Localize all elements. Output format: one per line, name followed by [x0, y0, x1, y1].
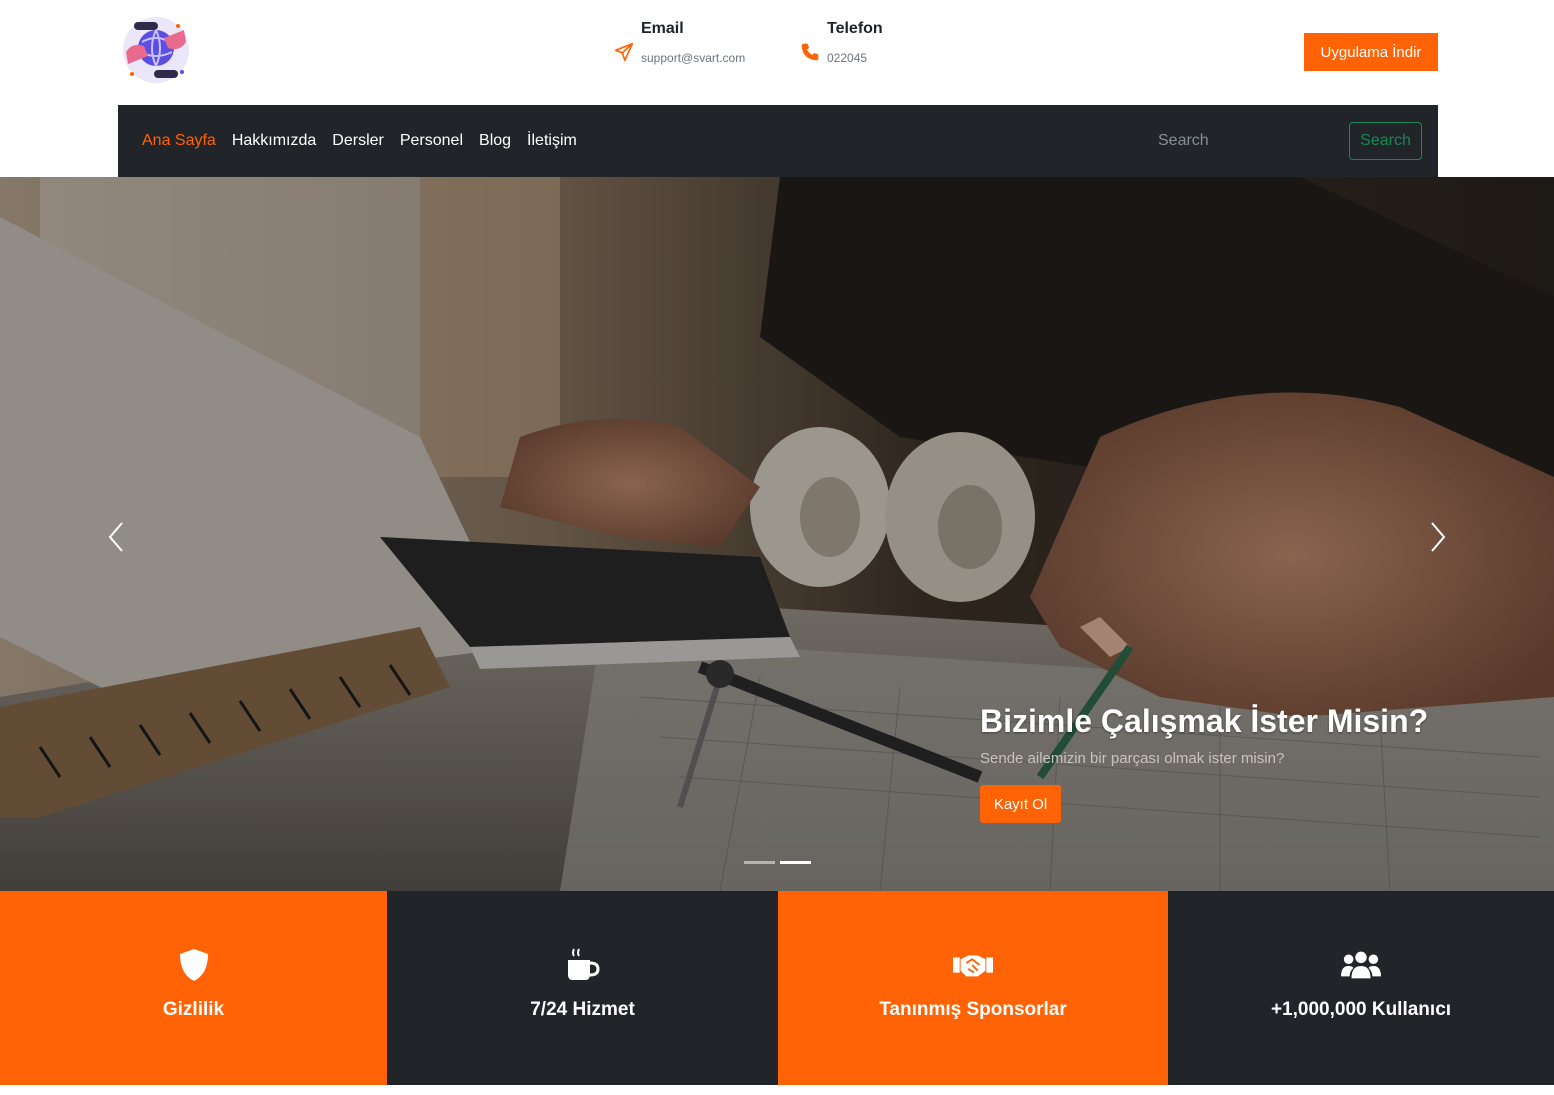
- feature-label: +1,000,000 Kullanıcı: [1270, 999, 1452, 1020]
- hero-title: Bizimle Çalışmak İster Misin?: [980, 703, 1429, 739]
- feature-label: Tanınmış Sponsorlar: [879, 999, 1067, 1020]
- signup-button[interactable]: Kayıt Ol: [980, 785, 1061, 823]
- feature-users: +1,000,000 Kullanıcı: [1168, 891, 1554, 1085]
- search-input[interactable]: [1148, 123, 1328, 159]
- feature-tiles: Gizlilik 7/24 Hizmet Tanınmış Sponsorlar: [0, 891, 1554, 1085]
- hero-subtitle: Sende ailemizin bir parçası olmak ister …: [980, 750, 1285, 767]
- nav-link-blog[interactable]: Blog: [479, 132, 511, 150]
- logo[interactable]: [118, 12, 194, 88]
- carousel-indicators: [744, 861, 811, 864]
- carousel-next-button[interactable]: [1408, 507, 1468, 567]
- nav-link-home[interactable]: Ana Sayfa: [142, 132, 216, 150]
- carousel-indicator-1[interactable]: [744, 861, 775, 864]
- nav-link-courses[interactable]: Dersler: [332, 132, 384, 150]
- chevron-right-icon: [1431, 522, 1446, 552]
- shield-icon: [174, 947, 214, 983]
- handshake-icon: [953, 947, 993, 983]
- download-app-button[interactable]: Uygulama İndir: [1304, 33, 1438, 71]
- feature-label: Gizlilik: [162, 999, 225, 1020]
- nav-link-about[interactable]: Hakkımızda: [232, 132, 316, 150]
- feature-sponsors: Tanınmış Sponsorlar: [778, 891, 1168, 1085]
- hero-carousel: Bizimle Çalışmak İster Misin? Sende aile…: [0, 177, 1554, 891]
- carousel-prev-button[interactable]: [86, 507, 146, 567]
- feature-label: 7/24 Hizmet: [530, 999, 635, 1020]
- paper-plane-icon: [614, 42, 634, 62]
- search-button[interactable]: Search: [1349, 122, 1422, 160]
- email-value[interactable]: support@svart.com: [641, 51, 745, 65]
- nav-link-staff[interactable]: Personel: [400, 132, 463, 150]
- nav-link-contact[interactable]: İletişim: [527, 132, 577, 150]
- email-title: Email: [641, 20, 684, 37]
- hero-caption: Bizimle Çalışmak İster Misin? Sende aile…: [980, 703, 1460, 823]
- feature-privacy: Gizlilik: [0, 891, 387, 1085]
- nav-links: Ana Sayfa Hakkımızda Dersler Personel Bl…: [142, 105, 577, 177]
- coffee-cup-icon: [563, 947, 603, 983]
- top-header: Email support@svart.com Telefon 022045 U…: [0, 0, 1554, 105]
- phone-icon: [801, 43, 819, 61]
- carousel-indicator-2[interactable]: [780, 861, 811, 864]
- main-navbar: Ana Sayfa Hakkımızda Dersler Personel Bl…: [118, 105, 1438, 177]
- chevron-left-icon: [108, 522, 123, 552]
- globe-hands-logo-icon: [123, 17, 189, 83]
- phone-title: Telefon: [827, 20, 883, 37]
- phone-value[interactable]: 022045: [827, 51, 867, 65]
- feature-service: 7/24 Hizmet: [387, 891, 778, 1085]
- users-icon: [1341, 947, 1381, 983]
